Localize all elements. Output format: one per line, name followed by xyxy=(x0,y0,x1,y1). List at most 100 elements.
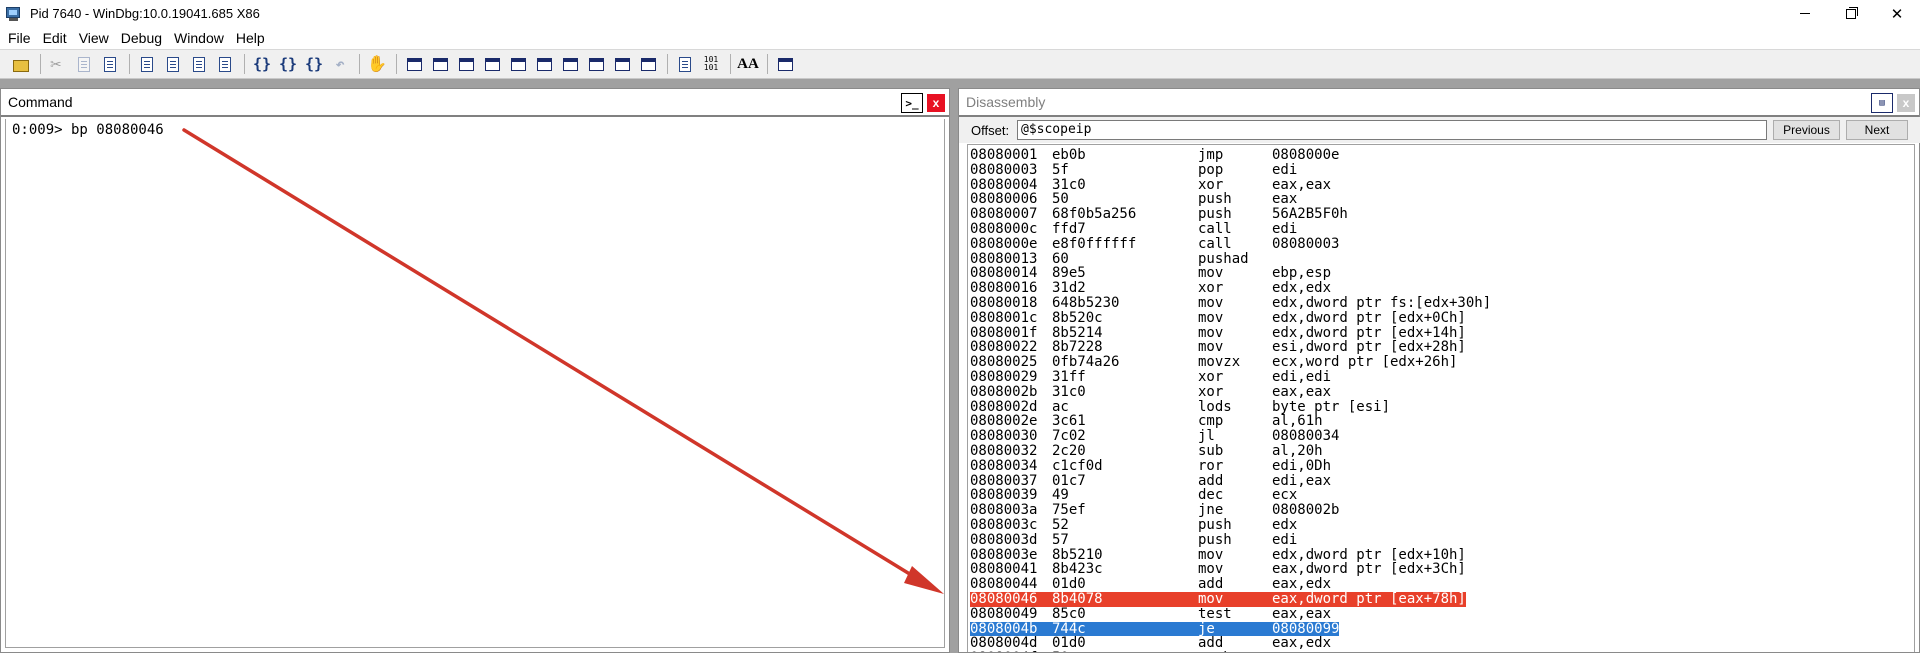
disassembly-row[interactable]: 0808002b 31c0 xor eax,eax xyxy=(968,384,1914,400)
menu-file[interactable]: File xyxy=(2,27,37,49)
disassembly-row[interactable]: 0808003d 57 push edi xyxy=(968,531,1914,548)
disassembly-row[interactable]: 08080004 31c0 xor eax,eax xyxy=(968,176,1914,193)
disassembly-listing[interactable]: 08080001 eb0b jmp 0808000e 08080003 5f pop edi 0… xyxy=(967,144,1915,652)
next-button[interactable]: Next xyxy=(1846,120,1908,140)
instruction-bytes: 8b5210 xyxy=(1052,546,1103,563)
instruction-mnemonic: add xyxy=(1198,472,1224,489)
row-content: 08080049 85c0 test eax,eax xyxy=(970,606,1331,622)
instruction-operands: eax,edx xyxy=(1272,635,1332,652)
disassembly-row[interactable]: 08080025 0fb74a26 movzx ecx,word ptr [edx+2… xyxy=(968,355,1914,370)
open-button[interactable] xyxy=(10,53,32,75)
console-button[interactable]: >_ xyxy=(901,93,923,113)
disassembly-row[interactable]: 0808004f50pusheax xyxy=(968,651,1914,652)
disassembly-row[interactable]: 08080041 8b423c mov eax,dword ptr [edx+3Ch] xyxy=(968,562,1914,577)
toolbar-separator xyxy=(359,54,360,74)
command-window-icon xyxy=(406,57,422,71)
disassembly-row[interactable]: 0808000c ffd7 call edi xyxy=(968,222,1914,237)
disassembly-row[interactable]: 08080034 c1cf0d ror edi,0Dh xyxy=(968,458,1914,474)
instruction-address: 08080006 xyxy=(970,191,1038,208)
options-button[interactable] xyxy=(774,53,796,75)
disassembly-row[interactable]: 08080030 7c02 jl 08080034 xyxy=(968,429,1914,444)
scratch-pad-button[interactable] xyxy=(585,53,607,75)
disassembly-row[interactable]: 08080049 85c0 test eax,eax xyxy=(968,606,1914,622)
disassembly-row[interactable]: 08080029 31ff xor edi,edi xyxy=(968,370,1914,385)
menu-help[interactable]: Help xyxy=(230,27,271,49)
registers-window-button[interactable] xyxy=(481,53,503,75)
source-mode-button[interactable] xyxy=(674,53,696,75)
disassembly-row[interactable]: 08080046 8b4078 mov eax,dword ptr [eax+78h] xyxy=(968,592,1914,607)
locals-window-button[interactable] xyxy=(455,53,477,75)
paste-button[interactable] xyxy=(99,53,121,75)
disassembly-row[interactable]: 08080018 648b5230 mov edx,dword ptr fs:[edx… xyxy=(968,296,1914,311)
offset-input[interactable]: @$scopeip xyxy=(1017,120,1767,140)
run-to-cursor-button[interactable]: ↶ xyxy=(329,53,351,75)
command-window-button[interactable] xyxy=(403,53,425,75)
menu-debug[interactable]: Debug xyxy=(115,27,168,49)
disassembly-row[interactable]: 0808004b 744c je 08080099 xyxy=(968,621,1914,637)
step-over-button[interactable]: {} xyxy=(277,53,299,75)
break-button[interactable] xyxy=(214,53,236,75)
instruction-bytes: 50 xyxy=(1052,191,1069,208)
restart-button[interactable] xyxy=(162,53,184,75)
menu-window[interactable]: Window xyxy=(168,27,230,49)
instruction-mnemonic: call xyxy=(1198,220,1232,237)
stop-debugging-button[interactable] xyxy=(188,53,210,75)
disassembly-row[interactable]: 0808003e 8b5210 mov edx,dword ptr [edx+10h] xyxy=(968,546,1914,563)
go-button[interactable] xyxy=(136,53,158,75)
instruction-bytes: 31d2 xyxy=(1052,280,1086,297)
row-content: 0808003e 8b5210 mov edx,dword ptr [edx+10h] xyxy=(970,546,1466,563)
disassembly-row[interactable]: 0808004d 01d0 add eax,edx xyxy=(968,636,1914,651)
watch-window-button[interactable] xyxy=(429,53,451,75)
command-output[interactable]: 0:009> bp 08080046 xyxy=(5,119,945,648)
disassembly-row[interactable]: 08080044 01d0 add eax,edx xyxy=(968,577,1914,592)
disassembly-row[interactable]: 08080003 5f pop edi xyxy=(968,161,1914,178)
row-content: 08080018 648b5230 mov edx,dword ptr fs:[edx… xyxy=(970,296,1491,311)
disassembly-row[interactable]: 0808002d ac lods byte ptr [esi] xyxy=(968,399,1914,415)
font-button[interactable]: AA xyxy=(737,53,759,75)
processes-threads-button[interactable] xyxy=(611,53,633,75)
command-pane-close-button[interactable]: x xyxy=(927,94,945,112)
instruction-bytes: 5f xyxy=(1052,161,1069,178)
instruction-address: 0808003d xyxy=(970,531,1038,548)
instruction-mnemonic: jl xyxy=(1198,428,1215,445)
minimize-button[interactable] xyxy=(1782,0,1828,27)
disassembly-pane-close-button[interactable]: x xyxy=(1897,94,1915,112)
memory-window-button[interactable] xyxy=(507,53,529,75)
disassembly-row[interactable]: 08080001 eb0b jmp 0808000e xyxy=(968,148,1914,163)
disassembly-row[interactable]: 0808002e 3c61 cmp al,61h xyxy=(968,414,1914,429)
breakpoint-hand-button[interactable]: ✋ xyxy=(366,53,388,75)
previous-button[interactable]: Previous xyxy=(1773,120,1840,140)
instruction-mnemonic: xor xyxy=(1198,176,1224,193)
disassembly-row[interactable]: 08080007 68f0b5a256 push 56A2B5F0h xyxy=(968,207,1914,222)
step-into-button[interactable]: {} xyxy=(251,53,273,75)
disassembly-row[interactable]: 0808003c 52 push edx xyxy=(968,518,1914,533)
disassembly-icon: ▤ xyxy=(1879,98,1885,108)
disassembly-row[interactable]: 08080016 31d2 xor edx,edx xyxy=(968,281,1914,296)
instruction-address: 08080030 xyxy=(970,428,1038,445)
threads-button[interactable] xyxy=(637,53,659,75)
disassembly-row[interactable]: 08080032 2c20 sub al,20h xyxy=(968,444,1914,459)
maximize-button[interactable] xyxy=(1828,0,1874,27)
toolbar-separator xyxy=(40,54,41,74)
instruction-bytes: 50 xyxy=(1052,651,1198,652)
disassembly-row[interactable]: 08080013 60 pushad xyxy=(968,251,1914,267)
disassembly-row[interactable]: 08080037 01c7 add edi,eax xyxy=(968,472,1914,489)
disassembly-options-button[interactable]: ▤ xyxy=(1871,93,1893,113)
copy-button[interactable] xyxy=(73,53,95,75)
disassembly-row[interactable]: 0808001f 8b5214 mov edx,dword ptr [edx+14h] xyxy=(968,325,1914,341)
disassembly-row[interactable]: 0808001c 8b520c mov edx,dword ptr [edx+0Ch] xyxy=(968,310,1914,326)
close-window-button[interactable]: ✕ xyxy=(1874,0,1920,27)
call-stack-window-button[interactable] xyxy=(533,53,555,75)
binary-mode-button[interactable]: 101 101 xyxy=(700,53,722,75)
cut-button[interactable]: ✂ xyxy=(47,53,69,75)
disassembly-row[interactable]: 08080022 8b7228 mov esi,dword ptr [edx+28h] xyxy=(968,340,1914,355)
disassembly-row[interactable]: 0808000e e8f0ffffff call 08080003 xyxy=(968,236,1914,252)
disassembly-row[interactable]: 08080006 50 push eax xyxy=(968,192,1914,207)
menu-view[interactable]: View xyxy=(73,27,115,49)
disassembly-row[interactable]: 0808003a 75ef jne 0808002b xyxy=(968,503,1914,518)
disassembly-row[interactable]: 08080014 89e5 mov ebp,esp xyxy=(968,266,1914,281)
step-out-button[interactable]: {} xyxy=(303,53,325,75)
disassembly-row[interactable]: 08080039 49 dec ecx xyxy=(968,488,1914,503)
menu-edit[interactable]: Edit xyxy=(37,27,73,49)
disassembly-window-button[interactable] xyxy=(559,53,581,75)
